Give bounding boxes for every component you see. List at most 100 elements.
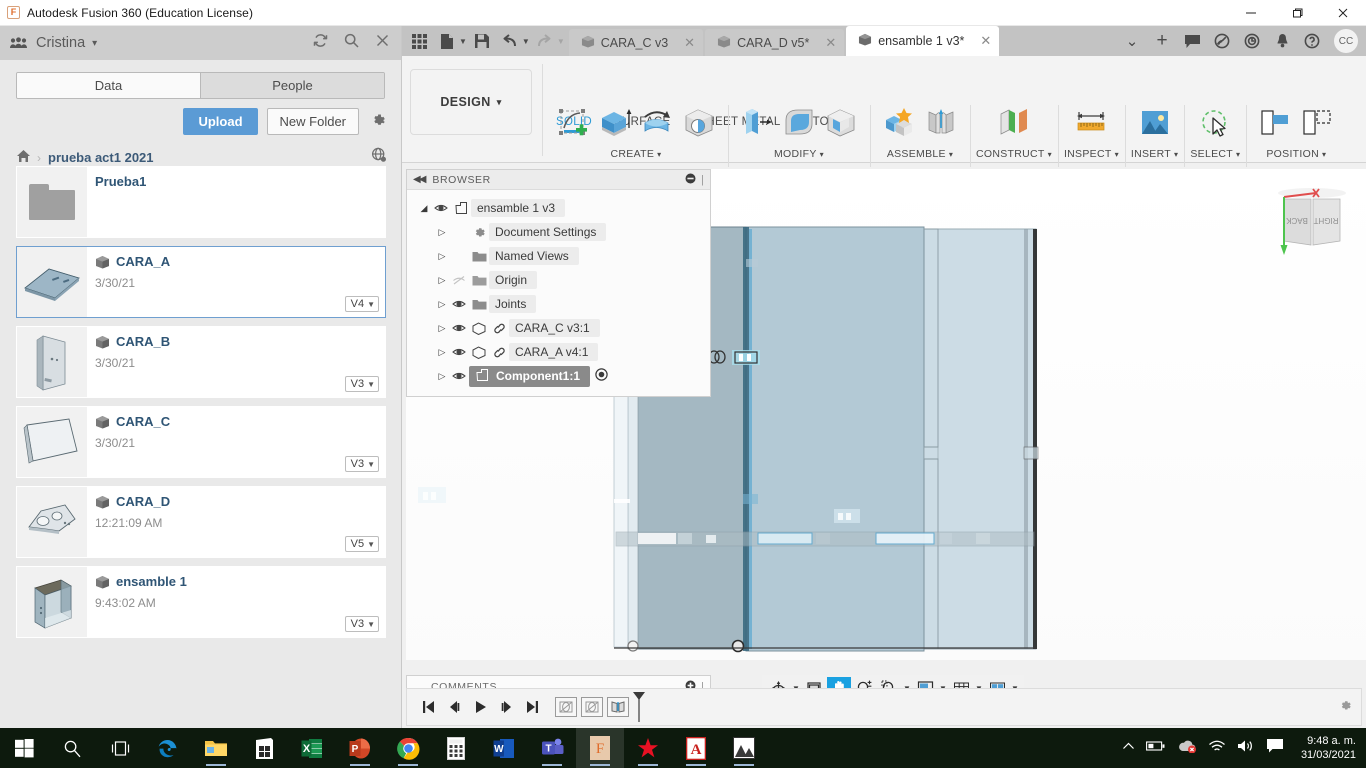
onedrive-error-icon[interactable] (1177, 739, 1197, 758)
comments-icon[interactable] (1178, 27, 1206, 55)
shell-icon[interactable] (822, 104, 860, 142)
select-cursor-icon[interactable] (1196, 104, 1234, 142)
breadcrumb-current[interactable]: prueba act1 2021 (48, 150, 154, 165)
wifi-icon[interactable] (1208, 739, 1226, 758)
ribbon-group-label[interactable]: INSERT ▾ (1131, 148, 1178, 160)
start-button[interactable] (0, 728, 48, 768)
go-to-beginning-icon[interactable] (415, 694, 441, 720)
tab-data[interactable]: Data (17, 73, 201, 98)
tree-node-origin[interactable]: ▷ Origin (407, 268, 710, 292)
visibility-eye-icon[interactable] (449, 347, 469, 357)
play-icon[interactable] (467, 694, 493, 720)
save-icon[interactable] (469, 28, 495, 54)
close-icon[interactable]: ✕ (815, 35, 836, 51)
teams[interactable]: T (528, 728, 576, 768)
notifications-icon[interactable] (1268, 27, 1296, 55)
avatar[interactable]: CC (1334, 29, 1358, 53)
tree-node-document-settings[interactable]: ▷ Document Settings (407, 220, 710, 244)
tree-node-named-views[interactable]: ▷ Named Views (407, 244, 710, 268)
fillet-icon[interactable] (780, 104, 818, 142)
ribbon-group-label[interactable]: CREATE ▾ (611, 148, 662, 160)
search-button[interactable] (48, 728, 96, 768)
activated-radio-icon[interactable] (595, 368, 608, 384)
ribbon-group-label[interactable]: CONSTRUCT ▾ (976, 148, 1052, 160)
undo-icon[interactable] (497, 28, 523, 54)
tray-chevron-up-icon[interactable] (1122, 739, 1135, 757)
chrome[interactable] (384, 728, 432, 768)
tab-people[interactable]: People (201, 73, 384, 98)
extrude-icon[interactable] (596, 104, 634, 142)
go-to-end-icon[interactable] (519, 694, 545, 720)
list-item[interactable]: CARA_D 12:21:09 AM V5 ▼ (16, 486, 386, 558)
joint-icon[interactable] (922, 104, 960, 142)
chevron-down-icon[interactable]: ▼ (522, 37, 530, 46)
visibility-eye-icon[interactable] (431, 203, 451, 213)
expand-arrow-icon[interactable]: ▷ (435, 227, 449, 238)
chevron-down-icon[interactable]: ▼ (557, 37, 565, 46)
help-icon[interactable] (1298, 27, 1326, 55)
chevron-down-icon[interactable]: ▾ (92, 38, 97, 49)
close-icon[interactable]: ✕ (970, 33, 991, 49)
maximize-button[interactable] (1274, 0, 1320, 26)
recent-icon[interactable] (1238, 27, 1266, 55)
inventor[interactable] (624, 728, 672, 768)
step-back-icon[interactable] (441, 694, 467, 720)
version-badge[interactable]: V3 ▼ (344, 456, 379, 472)
list-item[interactable]: CARA_C 3/30/21 V3 ▼ (16, 406, 386, 478)
timeline-feature-joint-active[interactable] (607, 697, 629, 717)
align-icon[interactable] (1256, 104, 1294, 142)
chevron-down-icon[interactable]: ▼ (459, 37, 467, 46)
gear-icon[interactable] (1338, 698, 1353, 717)
list-item[interactable]: Prueba1 (16, 166, 386, 238)
expand-arrow-icon[interactable]: ▷ (435, 299, 449, 310)
ribbon-group-label[interactable]: POSITION ▾ (1266, 148, 1326, 160)
add-tab-icon[interactable]: + (1148, 27, 1176, 55)
microsoft-store[interactable] (240, 728, 288, 768)
ribbon-group-label[interactable]: MODIFY ▾ (774, 148, 824, 160)
visibility-eye-off-icon[interactable] (449, 275, 469, 286)
document-tab-cara-c[interactable]: CARA_C v3 ✕ (568, 29, 704, 56)
calculator[interactable] (432, 728, 480, 768)
task-view-button[interactable] (96, 728, 144, 768)
workspace-switcher[interactable]: DESIGN ▾ (410, 69, 532, 135)
fusion-360[interactable]: F (576, 728, 624, 768)
document-tab-cara-d[interactable]: CARA_D v5* ✕ (705, 29, 845, 56)
browser-tree[interactable]: ◢ ensamble 1 v3 ▷ Document Settings ▷ Na… (407, 190, 710, 396)
visibility-eye-icon[interactable] (449, 299, 469, 309)
measure-icon[interactable] (1072, 104, 1110, 142)
expand-arrow-icon[interactable]: ▷ (435, 347, 449, 358)
acrobat-reader[interactable]: A (672, 728, 720, 768)
view-cube[interactable]: BACK RIGHT (1264, 179, 1360, 259)
edge[interactable] (144, 728, 192, 768)
expand-arrow-icon[interactable]: ▷ (435, 371, 449, 382)
version-badge[interactable]: V3 ▼ (344, 376, 379, 392)
minus-circle-icon[interactable] (685, 171, 696, 189)
action-center-icon[interactable] (1266, 738, 1284, 758)
timeline-feature-joint[interactable] (555, 697, 577, 717)
expand-arrow-icon[interactable]: ▷ (435, 275, 449, 286)
word[interactable]: W (480, 728, 528, 768)
refresh-icon[interactable] (312, 32, 329, 54)
new-sketch-icon[interactable] (554, 104, 592, 142)
new-folder-button[interactable]: New Folder (266, 108, 359, 135)
powerpoint[interactable]: P (336, 728, 384, 768)
version-badge[interactable]: V4 ▼ (344, 296, 379, 312)
job-status-icon[interactable] (1208, 27, 1236, 55)
timeline-marker[interactable] (633, 692, 645, 722)
upload-button[interactable]: Upload (183, 108, 258, 135)
new-document-icon[interactable] (434, 28, 460, 54)
list-item[interactable]: CARA_B 3/30/21 V3 ▼ (16, 326, 386, 398)
volume-icon[interactable] (1237, 739, 1255, 758)
tree-node-joints[interactable]: ▷ Joints (407, 292, 710, 316)
move-copy-icon[interactable] (1298, 104, 1336, 142)
clock[interactable]: 9:48 a. m. 31/03/2021 (1295, 734, 1356, 762)
version-badge[interactable]: V5 ▼ (344, 536, 379, 552)
data-panel-file-list[interactable]: Prueba1 CARA_A 3/30/21 V4 ▼ CARA_B 3/30/… (0, 166, 402, 728)
panel-resize-handle[interactable]: | (701, 174, 704, 186)
version-badge[interactable]: V3 ▼ (344, 616, 379, 632)
hole-icon[interactable] (680, 104, 718, 142)
revolve-icon[interactable] (638, 104, 676, 142)
redo-icon[interactable] (532, 28, 558, 54)
ribbon-group-label[interactable]: SELECT ▾ (1190, 148, 1240, 160)
expand-arrow-icon[interactable]: ▷ (435, 323, 449, 334)
